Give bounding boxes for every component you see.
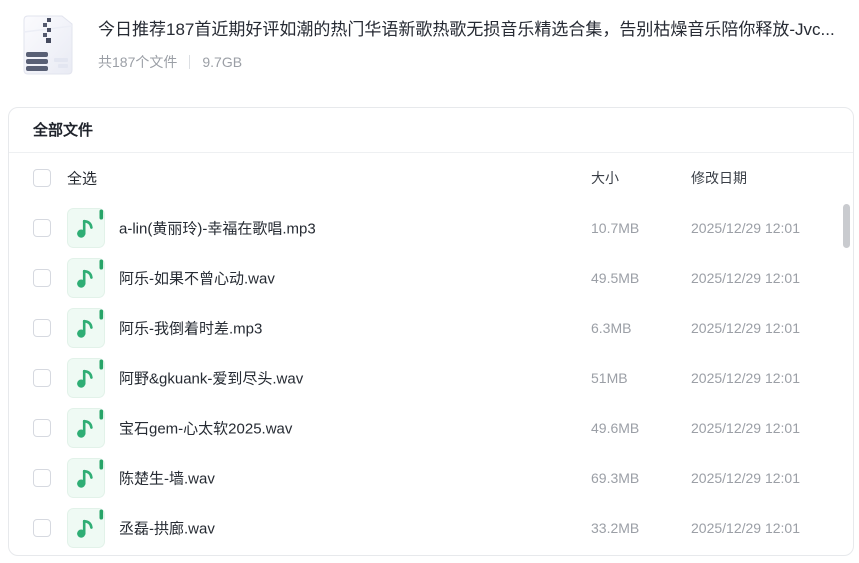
file-count: 共187个文件 — [98, 54, 178, 70]
row-checkbox[interactable] — [33, 469, 51, 487]
file-date: 2025/12/29 12:01 — [691, 420, 800, 436]
row-checkbox[interactable] — [33, 519, 51, 537]
file-date: 2025/12/29 12:01 — [691, 370, 800, 386]
file-name[interactable]: 丞磊-拱廊.wav — [119, 518, 215, 539]
music-file-icon — [67, 508, 105, 548]
row-checkbox[interactable] — [33, 419, 51, 437]
file-row[interactable]: 陈楚生-墙.wav 69.3MB 2025/12/29 12:01 — [9, 453, 853, 503]
file-date: 2025/12/29 12:01 — [691, 220, 800, 236]
row-checkbox[interactable] — [33, 219, 51, 237]
file-size: 10.7MB — [591, 220, 640, 236]
scrollbar-thumb[interactable] — [843, 204, 850, 248]
music-file-icon — [67, 258, 105, 298]
share-title: 今日推荐187首近期好评如潮的热门华语新歌热歌无损音乐精选合集，告别枯燥音乐陪你… — [98, 20, 835, 39]
total-size: 9.7GB — [202, 54, 243, 70]
music-file-icon — [67, 358, 105, 398]
music-file-icon — [67, 458, 105, 498]
file-date: 2025/12/29 12:01 — [691, 520, 800, 536]
select-all-checkbox[interactable] — [33, 169, 51, 187]
row-checkbox[interactable] — [33, 269, 51, 287]
file-size: 51MB — [591, 370, 628, 386]
meta-divider — [189, 55, 191, 69]
list-header-row: 全选 大小 修改日期 — [9, 153, 853, 203]
column-header-size: 大小 — [591, 170, 619, 186]
panel-title: 全部文件 — [9, 108, 853, 153]
file-list: a-lin(黄丽玲)-幸福在歌唱.mp3 10.7MB 2025/12/29 1… — [9, 203, 853, 553]
page-header: 今日推荐187首近期好评如潮的热门华语新歌热歌无损音乐精选合集，告别枯燥音乐陪你… — [0, 0, 859, 95]
file-list-card: 全部文件 全选 大小 修改日期 a-lin(黄丽玲)-幸福在歌唱.mp3 10.… — [8, 107, 854, 556]
file-name[interactable]: 阿野&gkuank-爱到尽头.wav — [119, 368, 303, 389]
file-date: 2025/12/29 12:01 — [691, 470, 800, 486]
file-row[interactable]: 阿乐-我倒着时差.mp3 6.3MB 2025/12/29 12:01 — [9, 303, 853, 353]
share-meta: 共187个文件 9.7GB — [98, 52, 849, 72]
file-name[interactable]: 阿乐-我倒着时差.mp3 — [119, 318, 262, 339]
music-file-icon — [67, 208, 105, 248]
header-text: 今日推荐187首近期好评如潮的热门华语新歌热歌无损音乐精选合集，告别枯燥音乐陪你… — [98, 12, 849, 95]
file-name[interactable]: 陈楚生-墙.wav — [119, 468, 215, 489]
row-checkbox[interactable] — [33, 369, 51, 387]
file-row[interactable]: a-lin(黄丽玲)-幸福在歌唱.mp3 10.7MB 2025/12/29 1… — [9, 203, 853, 253]
file-name[interactable]: 阿乐-如果不曾心动.wav — [119, 268, 275, 289]
row-checkbox[interactable] — [33, 319, 51, 337]
file-size: 49.6MB — [591, 420, 640, 436]
file-name[interactable]: 宝石gem-心太软2025.wav — [119, 418, 292, 439]
file-row[interactable]: 宝石gem-心太软2025.wav 49.6MB 2025/12/29 12:0… — [9, 403, 853, 453]
zip-archive-icon — [18, 12, 76, 78]
file-row[interactable]: 阿野&gkuank-爱到尽头.wav 51MB 2025/12/29 12:01 — [9, 353, 853, 403]
music-file-icon — [67, 308, 105, 348]
music-file-icon — [67, 408, 105, 448]
file-name[interactable]: a-lin(黄丽玲)-幸福在歌唱.mp3 — [119, 218, 316, 239]
file-row[interactable]: 丞磊-拱廊.wav 33.2MB 2025/12/29 12:01 — [9, 503, 853, 553]
select-all-label[interactable]: 全选 — [67, 168, 97, 189]
file-size: 33.2MB — [591, 520, 640, 536]
file-size: 6.3MB — [591, 320, 632, 336]
file-date: 2025/12/29 12:01 — [691, 270, 800, 286]
file-size: 69.3MB — [591, 470, 640, 486]
file-date: 2025/12/29 12:01 — [691, 320, 800, 336]
file-row[interactable]: 阿乐-如果不曾心动.wav 49.5MB 2025/12/29 12:01 — [9, 253, 853, 303]
file-size: 49.5MB — [591, 270, 640, 286]
column-header-date: 修改日期 — [691, 170, 747, 186]
